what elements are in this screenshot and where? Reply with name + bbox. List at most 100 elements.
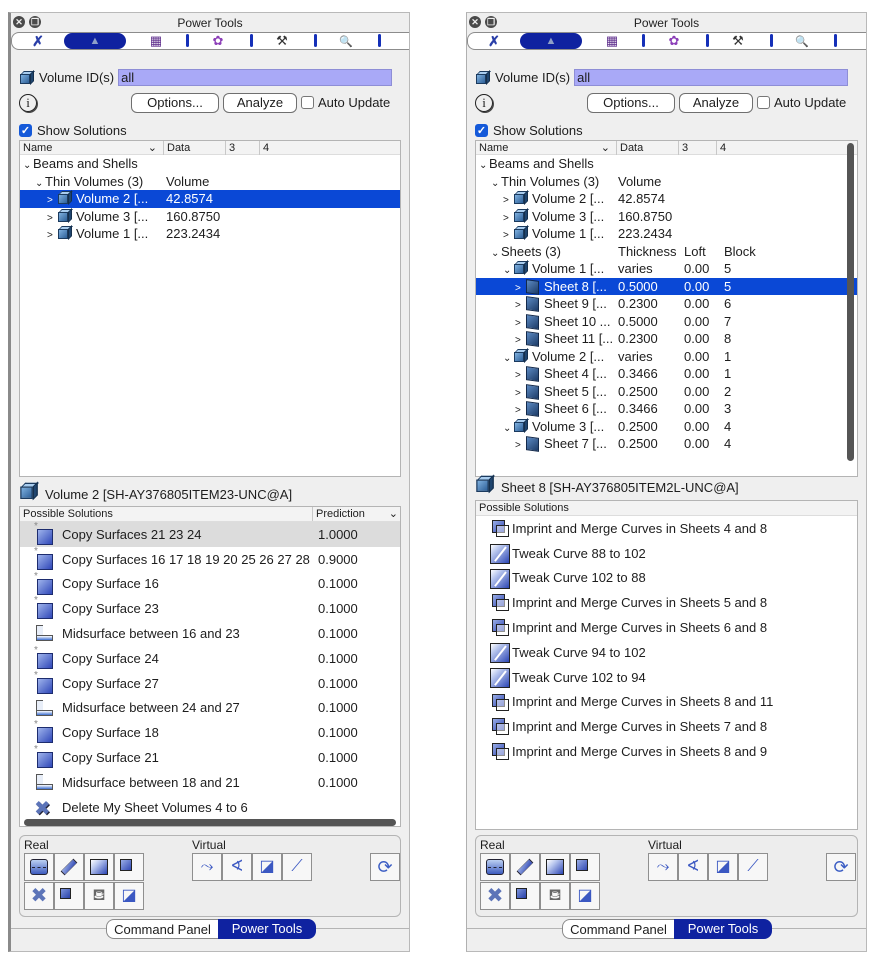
solution-item[interactable]: Imprint and Merge Curves in Sheets 8 and…	[476, 690, 857, 715]
tab-quality[interactable]: ✿	[186, 33, 250, 49]
tool-button-virtual-split[interactable]: ⟋	[282, 853, 312, 881]
tool-button-curve-line[interactable]	[54, 853, 84, 881]
solution-item[interactable]: Tweak Curve 102 to 88	[476, 566, 857, 591]
tool-button-collapse-corner[interactable]: ◪	[570, 882, 600, 910]
options-button[interactable]: Options...	[131, 93, 219, 113]
solutions-list[interactable]: Possible Solutions Prediction⌄ Copy Surf…	[19, 506, 401, 827]
horizontal-scrollbar[interactable]	[24, 819, 396, 826]
column-header-possible-solutions[interactable]: Possible Solutions	[20, 507, 113, 521]
tree-row[interactable]: ⌄ Volume 2 [... varies 0.00 1	[476, 347, 857, 366]
tree-row[interactable]: ⌄ Beams and Shells	[20, 155, 400, 173]
close-icon[interactable]: ✕	[469, 16, 481, 28]
auto-update-checkbox[interactable]	[757, 96, 770, 109]
tab-mesh-tools[interactable]: ▲	[520, 33, 582, 49]
solution-item[interactable]: Imprint and Merge Curves in Sheets 6 and…	[476, 615, 857, 640]
volume-id-input[interactable]: all	[118, 68, 393, 86]
column-header-name[interactable]: Name ⌄	[20, 141, 163, 155]
tool-button-virtual-curve-merge[interactable]: ⤳	[648, 853, 678, 881]
solution-item[interactable]: Copy Surface 24 0.1000	[20, 645, 400, 671]
solution-item[interactable]: Midsurface between 18 and 21 0.1000	[20, 770, 400, 795]
tool-button-virtual-angle[interactable]: ∢	[222, 853, 252, 881]
column-header-4[interactable]: 4	[259, 141, 299, 155]
tab-command-panel[interactable]: Command Panel	[562, 919, 674, 939]
refresh-button[interactable]: ⟳	[826, 853, 856, 881]
tab-meshing-scheme[interactable]: ▦	[126, 33, 186, 49]
show-solutions-checkbox[interactable]: ✓	[19, 124, 32, 137]
analyze-button[interactable]: Analyze	[223, 93, 297, 113]
options-button[interactable]: Options...	[587, 93, 675, 113]
restore-icon[interactable]: ❐	[485, 16, 497, 28]
tree-row[interactable]: > Sheet 8 [... 0.5000 0.00 5	[476, 277, 857, 295]
solutions-list[interactable]: Possible Solutions Imprint and Merge Cur…	[475, 500, 858, 830]
info-icon[interactable]: i	[19, 94, 37, 112]
expand-arrow-icon[interactable]: >	[515, 437, 525, 455]
tab-power-tools[interactable]: Power Tools	[218, 919, 316, 939]
tool-button-virtual-angle[interactable]: ∢	[678, 853, 708, 881]
tree-row[interactable]: > Sheet 5 [... 0.2500 0.00 2	[476, 383, 857, 401]
restore-icon[interactable]: ❐	[29, 16, 41, 28]
vertical-scrollbar[interactable]	[847, 143, 854, 461]
tree-row[interactable]: > Sheet 6 [... 0.3466 0.00 3	[476, 400, 857, 418]
tree-row[interactable]: > Volume 1 [... 223.2434	[476, 225, 857, 243]
solution-item[interactable]: Imprint and Merge Curves in Sheets 4 and…	[476, 516, 857, 541]
tab-tweak[interactable]: ⚒	[706, 33, 770, 49]
column-header-name[interactable]: Name ⌄	[476, 141, 616, 155]
tab-meshing-scheme[interactable]: ▦	[582, 33, 642, 49]
tree-row[interactable]: > Volume 3 [... 160.8750	[20, 207, 400, 226]
tool-button-paint-bucket[interactable]: ⛾	[540, 882, 570, 910]
tree-row[interactable]: > Volume 2 [... 42.8574	[20, 190, 400, 208]
expand-arrow-icon[interactable]: >	[47, 227, 57, 245]
solution-item[interactable]: Copy Surfaces 16 17 18 19 20 25 26 27 28…	[20, 546, 400, 572]
tree-row[interactable]: > Sheet 7 [... 0.2500 0.00 4	[476, 435, 857, 453]
tab-overflow[interactable]	[834, 33, 854, 49]
close-icon[interactable]: ✕	[13, 16, 25, 28]
tree-row[interactable]: ⌄ Volume 3 [... 0.2500 0.00 4	[476, 417, 857, 436]
tab-search[interactable]: 🔍	[770, 33, 834, 49]
tool-button-tweak-curve[interactable]	[540, 853, 570, 881]
tab-power-tools[interactable]: Power Tools	[674, 919, 772, 939]
results-tree[interactable]: Name ⌄ Data 3 4 ⌄ Beams and Shells ⌄ Thin Vo…	[475, 140, 858, 477]
solution-item[interactable]: Tweak Curve 102 to 94	[476, 665, 857, 690]
solution-item[interactable]: Imprint and Merge Curves in Sheets 8 and…	[476, 739, 857, 764]
results-tree[interactable]: Name ⌄ Data 3 4 ⌄ Beams and Shells ⌄ Thin Vo…	[19, 140, 401, 477]
solution-item[interactable]: Tweak Curve 94 to 102	[476, 640, 857, 665]
tree-row[interactable]: > Sheet 9 [... 0.2300 0.00 6	[476, 295, 857, 313]
solution-item[interactable]: Imprint and Merge Curves in Sheets 7 and…	[476, 714, 857, 739]
solution-item[interactable]: Copy Surface 23 0.1000	[20, 595, 400, 621]
tool-button-virtual-curve-merge[interactable]: ⤳	[192, 853, 222, 881]
column-header-3[interactable]: 3	[678, 141, 716, 155]
solution-item[interactable]: Imprint and Merge Curves in Sheets 5 and…	[476, 590, 857, 615]
tab-quality[interactable]: ✿	[642, 33, 706, 49]
tool-button-paint-bucket[interactable]: ⛾	[84, 882, 114, 910]
tab-geometry-tools[interactable]: ✗	[468, 33, 520, 49]
refresh-button[interactable]: ⟳	[370, 853, 400, 881]
tab-mesh-tools[interactable]: ▲	[64, 33, 126, 49]
tree-row[interactable]: > Sheet 4 [... 0.3466 0.00 1	[476, 365, 857, 383]
info-icon[interactable]: i	[475, 94, 493, 112]
solution-item[interactable]: Copy Surface 27 0.1000	[20, 670, 400, 696]
tab-search[interactable]: 🔍	[314, 33, 378, 49]
tree-row[interactable]: ⌄ Thin Volumes (3) Volume	[476, 173, 857, 191]
column-header-4[interactable]: 4	[716, 141, 756, 155]
tree-row[interactable]: ⌄ Beams and Shells	[476, 155, 857, 173]
column-header-data[interactable]: Data	[163, 141, 225, 155]
tab-command-panel[interactable]: Command Panel	[106, 919, 218, 939]
solution-item[interactable]: Midsurface between 16 and 23 0.1000	[20, 621, 400, 646]
tab-overflow[interactable]	[378, 33, 398, 49]
auto-update-checkbox[interactable]	[301, 96, 314, 109]
solution-item[interactable]: Copy Surface 21 0.1000	[20, 744, 400, 770]
show-solutions-checkbox[interactable]: ✓	[475, 124, 488, 137]
tree-row[interactable]: > Volume 3 [... 160.8750	[476, 207, 857, 226]
tree-row[interactable]: ⌄ Thin Volumes (3) Volume	[20, 173, 400, 191]
tool-button-curve-line[interactable]	[510, 853, 540, 881]
column-header-data[interactable]: Data	[616, 141, 678, 155]
solution-item[interactable]: Copy Surface 18 0.1000	[20, 719, 400, 745]
solution-item[interactable]: Copy Surface 16 0.1000	[20, 571, 400, 597]
analyze-button[interactable]: Analyze	[679, 93, 753, 113]
tool-button-delete-x[interactable]: ✖	[24, 882, 54, 910]
tool-button-tweak-curve[interactable]	[84, 853, 114, 881]
tool-button-virtual-split[interactable]: ⟋	[738, 853, 768, 881]
solution-item[interactable]: Copy Surfaces 21 23 24 1.0000	[20, 521, 400, 547]
tree-row[interactable]: > Sheet 11 [... 0.2300 0.00 8	[476, 330, 857, 348]
solution-item[interactable]: Delete My Sheet Volumes 4 to 6	[20, 795, 400, 821]
